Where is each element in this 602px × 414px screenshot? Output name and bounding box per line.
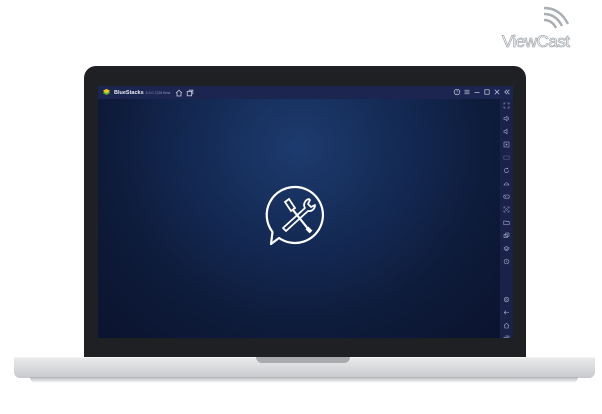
- emulator-content: [98, 99, 500, 338]
- watermark-text: ViewCast: [502, 32, 571, 52]
- help-icon[interactable]: ?: [453, 88, 461, 96]
- volume-up-icon[interactable]: [503, 115, 510, 122]
- back-icon[interactable]: [503, 309, 510, 316]
- laptop-notch: [256, 357, 350, 363]
- eco-mode-icon[interactable]: [503, 245, 510, 252]
- home-icon[interactable]: [175, 89, 183, 97]
- app-version: 5.0.0.7228 Beta: [145, 90, 171, 95]
- close-icon[interactable]: [493, 88, 501, 96]
- app-title: BlueStacks: [114, 89, 144, 96]
- multi-instance-icon[interactable]: [186, 89, 194, 97]
- rotate-icon[interactable]: [503, 167, 510, 174]
- folder-icon[interactable]: [503, 219, 510, 226]
- volume-down-icon[interactable]: [503, 128, 510, 135]
- restore-icon[interactable]: [483, 88, 491, 96]
- collapse-sidebar-icon[interactable]: [503, 88, 511, 96]
- gamepad-icon[interactable]: [503, 193, 510, 200]
- home-icon[interactable]: [503, 322, 510, 329]
- viewcast-watermark: ViewCast: [502, 4, 598, 52]
- screenshot-icon[interactable]: [503, 206, 510, 213]
- bluestacks-titlebar: BlueStacks 5.0.0.7228 Beta ?: [98, 86, 513, 99]
- settings-icon[interactable]: [503, 296, 510, 303]
- laptop-base-shadow: [30, 377, 578, 383]
- fullscreen-icon[interactable]: [503, 102, 510, 109]
- keyboard-icon[interactable]: [503, 154, 510, 161]
- svg-text:?: ?: [456, 90, 458, 95]
- media-icon[interactable]: [503, 141, 510, 148]
- minimize-icon[interactable]: [473, 88, 481, 96]
- bluestacks-sidebar: [500, 99, 513, 338]
- recent-apps-icon[interactable]: [503, 335, 510, 338]
- signal-waves-icon: [543, 6, 570, 29]
- bluestacks-logo-icon: [102, 88, 111, 96]
- tools-wrench-screwdriver-icon: [265, 185, 325, 246]
- page: ViewCast BlueStacks 5.0.0.7228 Beta ?: [0, 0, 602, 414]
- macro-icon[interactable]: [503, 258, 510, 265]
- multi-instance-sync-icon[interactable]: [503, 232, 510, 239]
- laptop-screen: BlueStacks 5.0.0.7228 Beta ?: [98, 86, 513, 338]
- menu-icon[interactable]: [463, 88, 471, 96]
- shake-icon[interactable]: [503, 180, 510, 187]
